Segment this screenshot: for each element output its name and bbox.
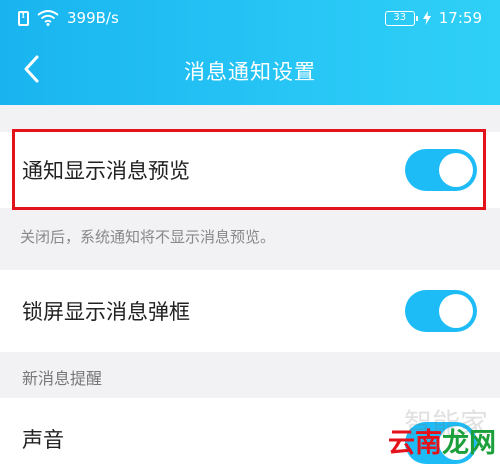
clock: 17:59 [438,9,482,27]
lockscreen-toggle[interactable] [405,290,477,332]
preview-note: 关闭后，系统通知将不显示消息预览。 [20,228,276,246]
setting-label-sound: 声音 [22,428,64,452]
network-speed: 399B/s [67,9,119,27]
status-bar: 399B/s 33 17:59 [0,0,500,36]
watermark: 云南龙网 [388,421,496,460]
wifi-icon [37,10,59,26]
section-title-new-message: 新消息提醒 [22,369,103,388]
charging-icon [422,11,431,25]
toggle-knob [439,294,473,328]
watermark-part2: 龙网 [442,428,496,459]
nav-bar: 消息通知设置 [0,40,500,100]
battery-level: 33 [393,12,407,23]
page-title: 消息通知设置 [184,60,316,84]
header: 399B/s 33 17:59 消息通知设置 [0,0,500,105]
highlight-box [12,129,486,210]
setting-row-lockscreen[interactable]: 锁屏显示消息弹框 [0,270,500,352]
sim-alert-icon [18,10,29,26]
watermark-part1: 云南 [388,428,442,459]
setting-label-lockscreen: 锁屏显示消息弹框 [22,300,190,324]
battery-icon: 33 [384,10,418,26]
